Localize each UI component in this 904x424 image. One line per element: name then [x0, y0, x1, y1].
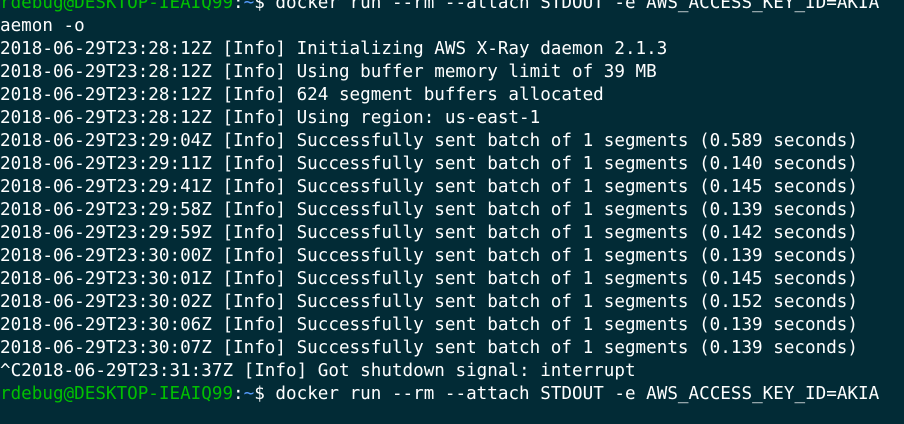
- prompt-user-host: rdebug@DESKTOP-IEAIQ99: [0, 0, 234, 13]
- prompt-line-last: rdebug@DESKTOP-IEAIQ99:~$ docker run --r…: [0, 383, 879, 406]
- log-line: 2018-06-29T23:28:12Z [Info] Using region…: [0, 108, 541, 128]
- log-line: 2018-06-29T23:28:12Z [Info] 624 segment …: [0, 85, 604, 105]
- log-line: 2018-06-29T23:28:12Z [Info] Initializing…: [0, 39, 668, 59]
- command-text: docker run --rm --attach STDOUT -e AWS_A…: [275, 384, 880, 404]
- prompt-line-first: rdebug@DESKTOP-IEAIQ99:~$ docker run --r…: [0, 0, 879, 15]
- command-text: docker run --rm --attach STDOUT -e AWS_A…: [275, 0, 880, 13]
- terminal-window[interactable]: rdebug@DESKTOP-IEAIQ99:~$ docker run --r…: [0, 0, 904, 424]
- command-wrap-line: aemon -o: [0, 16, 85, 36]
- log-line: 2018-06-29T23:29:41Z [Info] Successfully…: [0, 177, 858, 197]
- shutdown-line: ^C2018-06-29T23:31:37Z [Info] Got shutdo…: [0, 361, 636, 381]
- log-line: 2018-06-29T23:28:12Z [Info] Using buffer…: [0, 62, 657, 82]
- prompt-path: ~: [243, 0, 255, 13]
- prompt-symbol: $: [254, 0, 276, 13]
- prompt-user-host: rdebug@DESKTOP-IEAIQ99: [0, 384, 234, 404]
- log-line: 2018-06-29T23:30:06Z [Info] Successfully…: [0, 315, 858, 335]
- log-line: 2018-06-29T23:29:11Z [Info] Successfully…: [0, 154, 858, 174]
- log-line: 2018-06-29T23:29:04Z [Info] Successfully…: [0, 131, 858, 151]
- prompt-separator: :: [233, 384, 244, 404]
- prompt-separator: :: [233, 0, 244, 13]
- log-line: 2018-06-29T23:29:59Z [Info] Successfully…: [0, 223, 858, 243]
- prompt-symbol: $: [254, 384, 276, 404]
- log-line: 2018-06-29T23:29:58Z [Info] Successfully…: [0, 200, 858, 220]
- log-line: 2018-06-29T23:30:02Z [Info] Successfully…: [0, 292, 858, 312]
- log-line: 2018-06-29T23:30:07Z [Info] Successfully…: [0, 338, 858, 358]
- log-line: 2018-06-29T23:30:01Z [Info] Successfully…: [0, 269, 858, 289]
- log-line: 2018-06-29T23:30:00Z [Info] Successfully…: [0, 246, 858, 266]
- prompt-path: ~: [243, 384, 255, 404]
